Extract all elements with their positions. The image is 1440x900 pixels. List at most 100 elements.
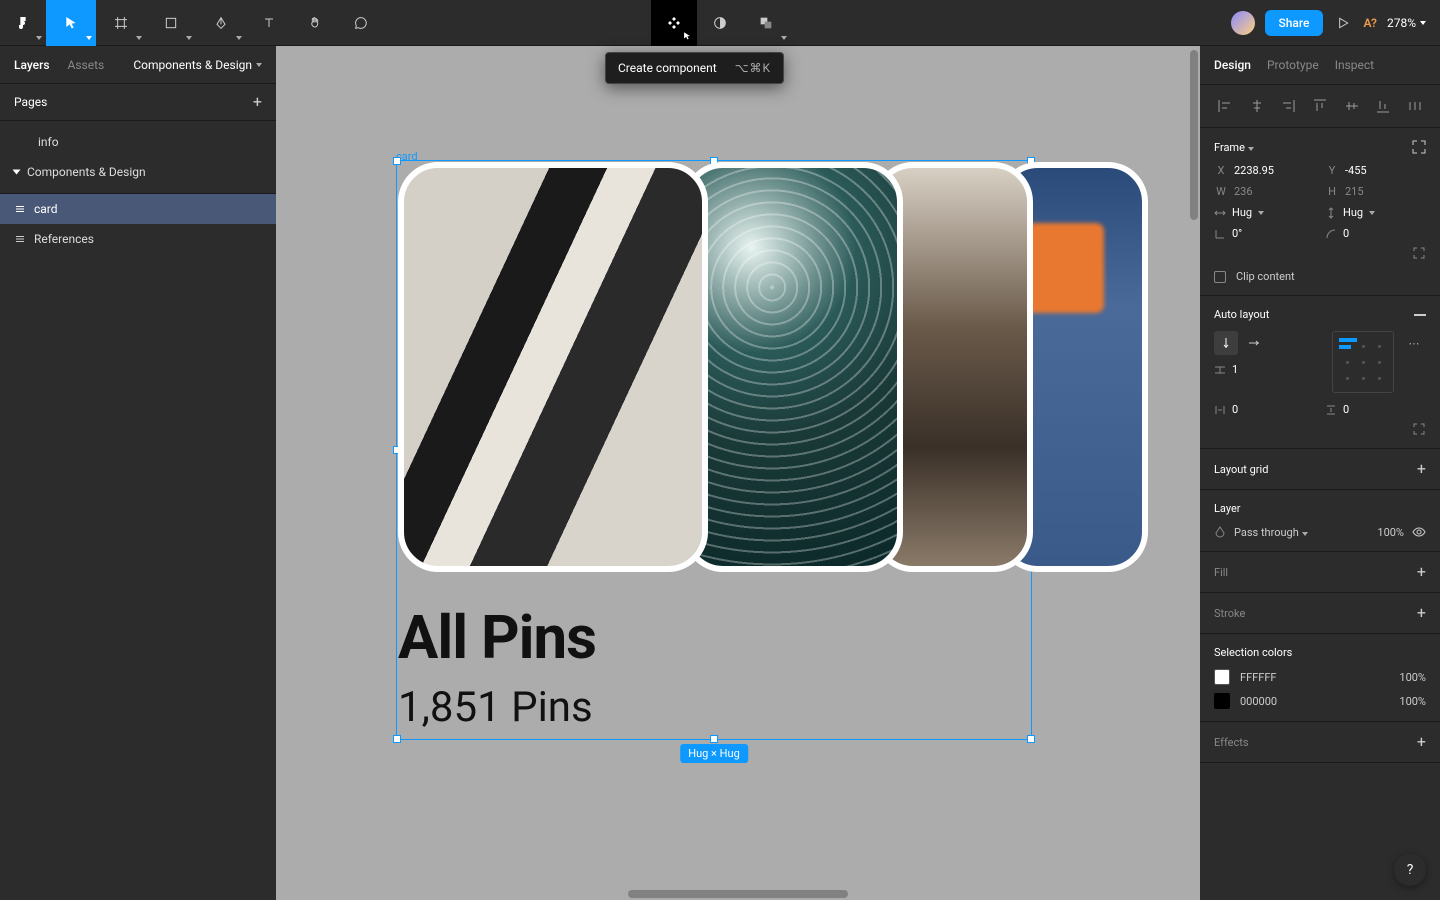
layer-name: References <box>34 232 94 246</box>
layer-section: Layer Pass through 100% <box>1200 490 1440 552</box>
layoutgrid-section: Layout grid + <box>1200 449 1440 490</box>
alignment-row <box>1200 85 1440 128</box>
y-field[interactable]: Y-455 <box>1325 164 1426 177</box>
add-stroke-button[interactable]: + <box>1417 605 1426 621</box>
zoom-dropdown[interactable]: 278% <box>1387 16 1426 30</box>
remove-autolayout-button[interactable] <box>1414 314 1426 316</box>
resize-handle-b[interactable] <box>710 735 718 743</box>
align-vcenter-button[interactable] <box>1341 95 1363 117</box>
w-field[interactable]: W236 <box>1214 185 1315 198</box>
vertical-scrollbar[interactable] <box>1190 50 1198 220</box>
tab-prototype[interactable]: Prototype <box>1267 58 1319 72</box>
rectangle-icon <box>163 15 179 31</box>
radius-field[interactable]: 0 <box>1325 227 1426 240</box>
main-menu-button[interactable] <box>0 0 46 46</box>
toolbar-center-group <box>651 0 789 45</box>
help-button[interactable]: ? <box>1394 854 1426 886</box>
frame-tool-button[interactable] <box>96 0 146 46</box>
add-fill-button[interactable]: + <box>1417 564 1426 580</box>
blend-icon <box>1214 526 1226 538</box>
direction-vertical-button[interactable] <box>1214 331 1238 355</box>
boolean-button[interactable] <box>743 0 789 46</box>
spacing-field[interactable]: 1 <box>1214 363 1266 376</box>
add-page-button[interactable]: + <box>253 94 262 110</box>
hresize-field[interactable]: Hug <box>1214 206 1315 219</box>
pad-v-field[interactable]: 0 <box>1325 403 1426 416</box>
clip-label: Clip content <box>1236 270 1295 283</box>
stroke-label: Stroke <box>1214 607 1245 620</box>
stroke-section: Stroke + <box>1200 593 1440 634</box>
layer-item-card[interactable]: card <box>0 194 276 224</box>
pages-label: Pages <box>14 95 47 109</box>
direction-horizontal-button[interactable] <box>1242 331 1266 355</box>
add-layoutgrid-button[interactable]: + <box>1417 461 1426 477</box>
play-icon <box>1335 15 1351 31</box>
page-item-info[interactable]: info <box>0 127 276 157</box>
align-hcenter-button[interactable] <box>1246 95 1268 117</box>
user-avatar[interactable] <box>1231 11 1255 35</box>
resize-handle-tl[interactable] <box>393 157 401 165</box>
text-icon <box>261 15 277 31</box>
opacity-field[interactable]: 100% <box>1377 526 1404 539</box>
add-effect-button[interactable]: + <box>1417 734 1426 750</box>
shape-tool-button[interactable] <box>146 0 196 46</box>
resize-handle-br[interactable] <box>1027 735 1035 743</box>
layer-item-references[interactable]: References <box>0 224 276 254</box>
hand-tool-button[interactable] <box>292 0 338 46</box>
autolayout-more-button[interactable]: ⋯ <box>1402 331 1426 355</box>
align-left-button[interactable] <box>1214 95 1236 117</box>
effects-label: Effects <box>1214 736 1249 749</box>
h-field[interactable]: H215 <box>1325 185 1426 198</box>
missing-fonts-indicator[interactable]: A? <box>1363 16 1377 30</box>
blend-mode-dropdown[interactable]: Pass through <box>1234 526 1308 539</box>
alignment-box[interactable] <box>1332 331 1394 393</box>
clip-content-toggle[interactable]: Clip content <box>1214 270 1426 283</box>
mask-button[interactable] <box>697 0 743 46</box>
create-component-button[interactable] <box>651 0 697 46</box>
independent-padding-button[interactable] <box>1412 422 1426 436</box>
align-top-button[interactable] <box>1309 95 1331 117</box>
move-tool-button[interactable] <box>46 0 96 46</box>
selection-color-row[interactable]: FFFFFF 100% <box>1214 669 1426 685</box>
frame-dropdown[interactable]: Frame <box>1214 141 1254 154</box>
fill-section: Fill + <box>1200 552 1440 593</box>
spacing-icon <box>1214 364 1226 376</box>
checkbox-icon <box>1214 271 1226 283</box>
color-hex: FFFFFF <box>1240 671 1276 684</box>
layer-label: Layer <box>1214 502 1241 515</box>
horizontal-scrollbar[interactable] <box>628 890 848 898</box>
present-button[interactable] <box>1333 13 1353 33</box>
align-more-button[interactable] <box>1404 95 1426 117</box>
rotation-field[interactable]: 0° <box>1214 227 1315 240</box>
x-field[interactable]: X2238.95 <box>1214 164 1315 177</box>
tab-design[interactable]: Design <box>1214 58 1251 72</box>
cursor-small-icon <box>682 31 692 41</box>
pages-list: info Components & Design <box>0 121 276 194</box>
tooltip-label: Create component <box>618 61 717 75</box>
selcolors-label: Selection colors <box>1214 646 1292 659</box>
vresize-field[interactable]: Hug <box>1325 206 1426 219</box>
canvas-area[interactable]: card All Pins 1,851 Pins Hug × Hug <box>276 46 1200 900</box>
zoom-value: 278% <box>1387 16 1416 30</box>
resize-handle-bl[interactable] <box>393 735 401 743</box>
selection-color-row[interactable]: 000000 100% <box>1214 693 1426 709</box>
tab-layers[interactable]: Layers <box>14 58 50 72</box>
align-right-button[interactable] <box>1277 95 1299 117</box>
tab-assets[interactable]: Assets <box>68 58 105 72</box>
pad-h-field[interactable]: 0 <box>1214 403 1315 416</box>
share-button[interactable]: Share <box>1265 10 1324 36</box>
thumbnail-image-1 <box>398 162 708 572</box>
radius-icon <box>1325 228 1337 240</box>
tab-inspect[interactable]: Inspect <box>1335 58 1374 72</box>
pages-section-header[interactable]: Pages + <box>0 84 276 121</box>
visibility-icon[interactable] <box>1412 525 1426 539</box>
comment-tool-button[interactable] <box>338 0 384 46</box>
text-tool-button[interactable] <box>246 0 292 46</box>
page-item-current[interactable]: Components & Design <box>0 157 276 187</box>
independent-corners-button[interactable] <box>1412 246 1426 260</box>
pen-tool-button[interactable] <box>196 0 246 46</box>
resize-to-fit-icon[interactable] <box>1412 140 1426 154</box>
create-component-tooltip: Create component ⌥⌘K <box>605 52 784 84</box>
align-bottom-button[interactable] <box>1372 95 1394 117</box>
file-dropdown[interactable]: Components & Design <box>133 58 262 72</box>
